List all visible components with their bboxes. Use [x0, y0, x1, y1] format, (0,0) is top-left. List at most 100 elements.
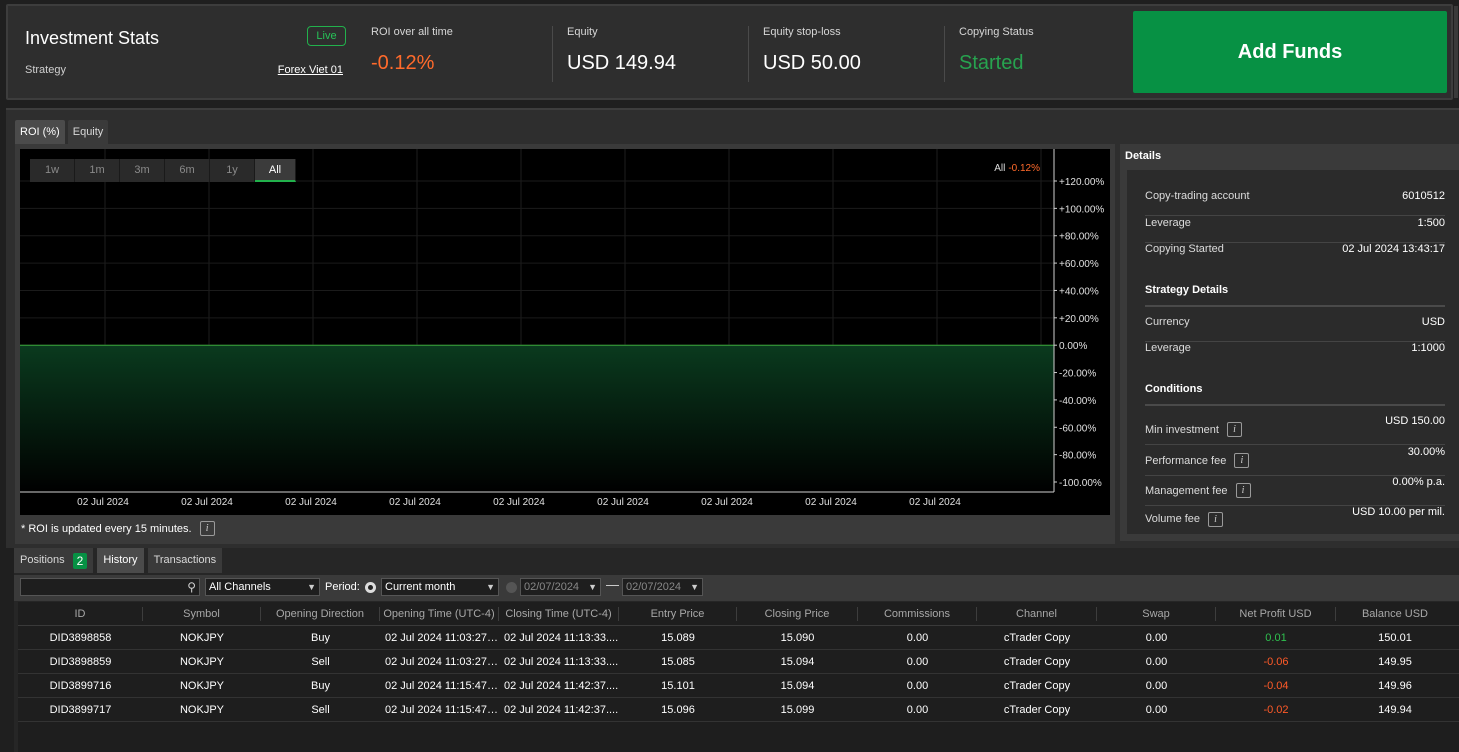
x-tick-label: 02 Jul 2024: [805, 497, 857, 508]
table-cell: 15.094: [780, 656, 815, 668]
detail-value: 1:500: [1417, 217, 1445, 229]
chevron-down-icon: ▼: [486, 582, 495, 592]
column-header[interactable]: Closing Price: [737, 607, 858, 621]
x-tick-label: 02 Jul 2024: [909, 497, 961, 508]
chevron-down-icon: ▼: [307, 582, 316, 592]
y-tick-label: -60.00%: [1059, 423, 1096, 434]
roi-stat-label: ROI over all time: [371, 26, 453, 38]
y-tick-label: +20.00%: [1059, 314, 1099, 325]
chevron-down-icon: ▼: [690, 582, 699, 592]
column-header[interactable]: Symbol: [143, 607, 261, 621]
table-cell: 02 Jul 2024 11:13:33....: [504, 632, 619, 644]
period-preset-radio[interactable]: [365, 582, 376, 593]
date-from-value: 02/07/2024: [524, 581, 580, 593]
column-header[interactable]: Closing Time (UTC-4): [499, 607, 619, 621]
scroll-edge: [1454, 6, 1458, 98]
history-table: ID Symbol Opening Direction Opening Time (U…: [18, 602, 1459, 752]
channel-select-value: All Channels: [209, 581, 271, 593]
column-header[interactable]: Commissions: [858, 607, 977, 621]
y-tick-label: -40.00%: [1059, 396, 1096, 407]
channel-select[interactable]: All Channels ▼: [205, 578, 320, 596]
positions-count-badge: 2: [72, 552, 88, 569]
table-row[interactable]: DID3899717 NOKJPY Sell 02 Jul 2024 11:15:47…: [18, 698, 1459, 722]
table-cell: DID3899717: [49, 704, 112, 716]
info-icon[interactable]: i: [1235, 483, 1251, 498]
range-1m-button[interactable]: 1m: [75, 159, 120, 182]
search-input[interactable]: ⚲: [20, 578, 200, 596]
info-icon[interactable]: i: [199, 521, 215, 536]
date-from-picker[interactable]: 02/07/2024 ▼: [520, 578, 601, 596]
copying-status-label: Copying Status: [959, 26, 1034, 38]
range-3m-button[interactable]: 3m: [120, 159, 165, 182]
detail-row-performance-fee: Performance fee i 30.00%: [1145, 446, 1445, 476]
table-cell: -0.06: [1263, 656, 1289, 668]
table-body: DID3898858 NOKJPY Buy 02 Jul 2024 11:03:27.…: [18, 626, 1459, 722]
table-cell: NOKJPY: [179, 632, 224, 644]
tab-history[interactable]: History: [97, 548, 144, 573]
table-cell: 15.101: [661, 680, 695, 692]
tab-roi[interactable]: ROI (%): [15, 120, 65, 144]
table-cell: DID3898858: [49, 632, 112, 644]
add-funds-button[interactable]: Add Funds: [1133, 11, 1447, 93]
date-to-picker[interactable]: 02/07/2024 ▼: [622, 578, 703, 596]
strategy-label: Strategy: [25, 64, 66, 76]
detail-value: 1:1000: [1411, 342, 1445, 354]
trades-panel: Positions 2 History Transactions ⚲ All C…: [14, 548, 1459, 752]
table-cell: Sell: [311, 656, 330, 668]
y-tick-label: -20.00%: [1059, 369, 1096, 380]
x-tick-label: 02 Jul 2024: [77, 497, 129, 508]
info-icon[interactable]: i: [1234, 453, 1250, 468]
x-tick-label: 02 Jul 2024: [493, 497, 545, 508]
table-row[interactable]: DID3899716 NOKJPY Buy 02 Jul 2024 11:15:47.…: [18, 674, 1459, 698]
range-all-button[interactable]: All: [255, 159, 296, 182]
table-cell: 15.094: [780, 680, 815, 692]
table-header: ID Symbol Opening Direction Opening Time (U…: [18, 602, 1459, 626]
detail-key: Leverage: [1145, 342, 1191, 354]
table-cell: 0.00: [906, 632, 929, 644]
tab-equity[interactable]: Equity: [67, 120, 109, 144]
roi-chart[interactable]: +120.00% +100.00% +80.00% +60.00% +40.00% +20…: [20, 149, 1110, 515]
column-header[interactable]: Entry Price: [619, 607, 737, 621]
column-header[interactable]: Channel: [977, 607, 1097, 621]
tab-transactions[interactable]: Transactions: [147, 548, 223, 573]
table-row[interactable]: DID3898858 NOKJPY Buy 02 Jul 2024 11:03:27.…: [18, 626, 1459, 650]
chart-legend-value: -0.12%: [1008, 163, 1040, 174]
table-row[interactable]: DID3898859 NOKJPY Sell 02 Jul 2024 11:03:27…: [18, 650, 1459, 674]
detail-key: Min investment: [1145, 423, 1219, 436]
x-tick-label: 02 Jul 2024: [389, 497, 441, 508]
column-header[interactable]: Opening Time (UTC-4): [380, 607, 499, 621]
detail-row-currency: Currency USD: [1145, 316, 1445, 342]
detail-key: Volume fee: [1145, 513, 1201, 525]
detail-key: Currency: [1145, 316, 1190, 328]
equity-stop-loss-label: Equity stop-loss: [763, 26, 841, 38]
detail-value: USD: [1421, 316, 1445, 328]
equity-stat: Equity USD 149.94: [552, 26, 676, 82]
info-icon[interactable]: i: [1208, 511, 1224, 527]
column-header[interactable]: Balance USD: [1336, 607, 1454, 621]
column-header[interactable]: Opening Direction: [261, 607, 380, 621]
chevron-down-icon: ▼: [588, 582, 597, 592]
investment-stats-bar: Investment Stats Strategy Live Forex Vie…: [6, 4, 1458, 100]
strategy-details-heading: Strategy Details: [1145, 284, 1445, 307]
table-cell: Buy: [311, 632, 330, 644]
range-1w-button[interactable]: 1w: [30, 159, 75, 182]
info-icon[interactable]: i: [1226, 422, 1242, 437]
x-tick-label: 02 Jul 2024: [181, 497, 233, 508]
column-header[interactable]: Swap: [1097, 607, 1216, 621]
column-header[interactable]: Net Profit USD: [1216, 607, 1336, 621]
tab-positions[interactable]: Positions 2: [14, 548, 94, 573]
detail-value: 0.00% p.a.: [1392, 476, 1445, 488]
table-cell: NOKJPY: [179, 656, 224, 668]
detail-value: USD 150.00: [1385, 415, 1445, 427]
period-custom-radio[interactable]: [506, 582, 517, 593]
table-cell: 0.00: [1145, 656, 1168, 668]
range-1y-button[interactable]: 1y: [210, 159, 255, 182]
detail-row-account: Copy-trading account 6010512: [1145, 190, 1445, 216]
column-header[interactable]: ID: [18, 607, 143, 621]
table-cell: -0.02: [1263, 704, 1289, 716]
roi-area: [20, 345, 1054, 492]
range-6m-button[interactable]: 6m: [165, 159, 210, 182]
strategy-name-link[interactable]: Forex Viet 01: [278, 64, 343, 76]
period-select[interactable]: Current month ▼: [381, 578, 499, 596]
chart-legend-label: All: [994, 163, 1006, 174]
